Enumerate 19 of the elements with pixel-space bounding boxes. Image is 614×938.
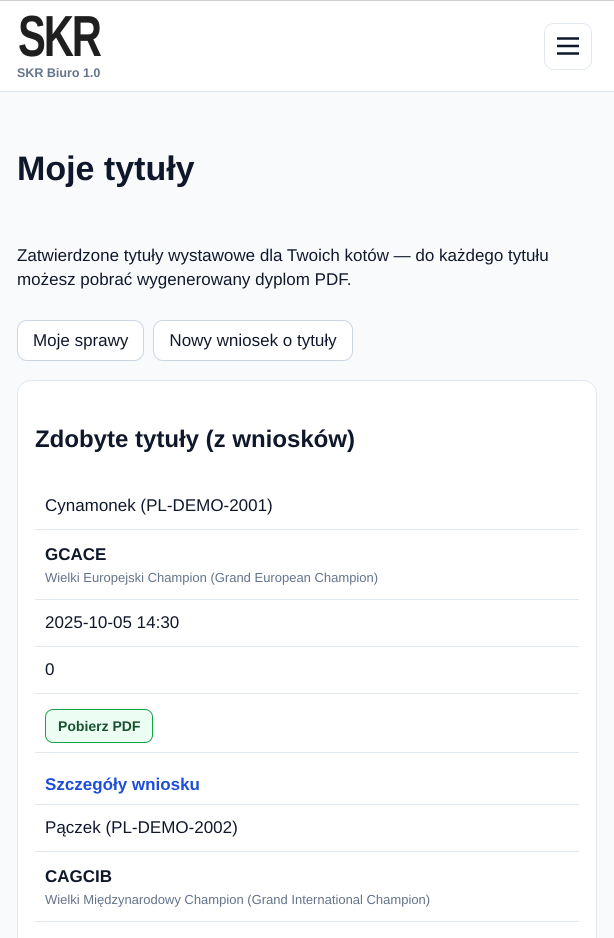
cat-name: Pączek (PL-DEMO-2002) <box>45 817 238 839</box>
menu-icon <box>557 37 579 55</box>
logo: SKR <box>18 14 100 58</box>
app-version: SKR Biuro 1.0 <box>17 66 100 80</box>
nav-button[interactable]: Moje sprawy <box>17 320 144 361</box>
date-text: 2025-10-05 14:30 <box>45 612 180 634</box>
intro-text: Zatwierdzone tytuły wystawowe dla Twoich kotów — do każdego tytułu możesz pobrać wygenerowany dyplom PDF. <box>17 245 550 291</box>
title-code: CAGCIB <box>45 866 112 888</box>
details-link[interactable]: Szczegóły wniosku <box>45 773 200 797</box>
nav-button[interactable]: Nowy wniosek o tytuły <box>153 320 353 361</box>
title-description: Wielki Europejski Champion (Grand European Champion) <box>45 569 378 587</box>
download-pdf-button[interactable]: Pobierz PDF <box>45 709 154 743</box>
cat-name: Cynamonek (PL-DEMO-2001) <box>45 495 273 517</box>
title-description: Wielki Międzynarodowy Champion (Grand International Champion) <box>45 891 430 909</box>
menu-button[interactable] <box>544 22 592 70</box>
card-title: Zdobyte tytuły (z wniosków) <box>35 425 356 455</box>
page-title: Moje tytuły <box>17 149 196 189</box>
count-text: 0 <box>45 659 54 681</box>
title-code: GCACE <box>45 544 106 566</box>
